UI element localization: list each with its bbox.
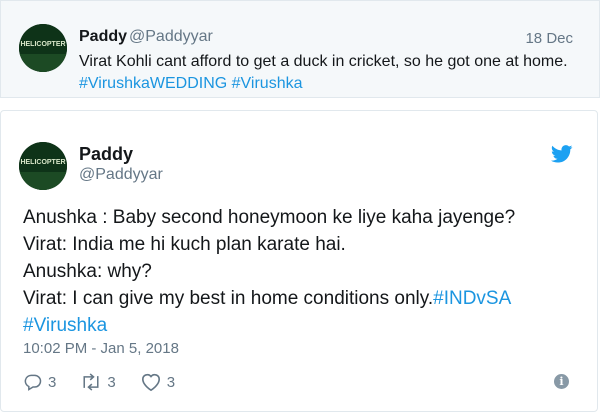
tweet-text: Anushka : Baby second honeymoon ke liye … [23, 204, 583, 339]
tweet-actions: 3 3 3 [23, 371, 199, 393]
retweet-icon [83, 373, 99, 391]
reply-count: 3 [48, 373, 57, 391]
like-count: 3 [166, 373, 176, 391]
avatar-text: HELICOPTER [20, 159, 65, 166]
reply-icon [24, 374, 42, 391]
quoted-text-body: Virat Kohli cant afford to get a duck in… [79, 53, 568, 70]
hashtag-link[interactable]: #Virushka [232, 75, 303, 92]
quoted-tweet[interactable]: HELICOPTER Paddy @Paddyyar 18 Dec Virat … [0, 0, 600, 98]
like-button[interactable]: 3 [140, 372, 175, 392]
tweet-line: Virat: India me hi kuch plan karate hai. [23, 234, 346, 255]
reply-button[interactable]: 3 [23, 372, 56, 392]
quoted-author-name[interactable]: Paddy [79, 28, 127, 46]
avatar-text: HELICOPTER [20, 41, 65, 48]
twitter-bird-icon[interactable] [551, 145, 573, 163]
tweet-timestamp[interactable]: 10:02 PM - Jan 5, 2018 [23, 340, 179, 357]
retweet-count: 3 [107, 373, 116, 391]
author-handle[interactable]: @Paddyyar [79, 166, 163, 184]
hashtag-link[interactable]: #Virushka [23, 315, 107, 336]
tweet-card: HELICOPTER Paddy @Paddyyar Anushka : Bab… [0, 110, 598, 412]
quoted-date[interactable]: 18 Dec [525, 30, 573, 47]
tweet-line-text: Virat: I can give my best in home condit… [23, 288, 434, 309]
hashtag-link[interactable]: #VirushkaWEDDING [79, 75, 227, 92]
info-icon[interactable]: i [554, 374, 569, 389]
retweet-button[interactable]: 3 [80, 372, 116, 392]
avatar-image: HELICOPTER [19, 142, 67, 190]
heart-icon [141, 373, 160, 392]
avatar[interactable]: HELICOPTER [19, 24, 67, 72]
quoted-author-handle[interactable]: @Paddyyar [129, 28, 213, 46]
tweet-line: #Virushka [23, 312, 583, 339]
avatar[interactable]: HELICOPTER [19, 142, 67, 190]
hashtag-link[interactable]: #INDvSA [433, 288, 511, 309]
avatar-image: HELICOPTER [19, 24, 67, 72]
tweet-line: Anushka: why? [23, 261, 152, 282]
tweet-line: Anushka : Baby second honeymoon ke liye … [23, 207, 516, 228]
author-name[interactable]: Paddy [79, 144, 133, 165]
quoted-text: Virat Kohli cant afford to get a duck in… [79, 51, 579, 95]
tweet-line: Virat: I can give my best in home condit… [23, 285, 583, 312]
